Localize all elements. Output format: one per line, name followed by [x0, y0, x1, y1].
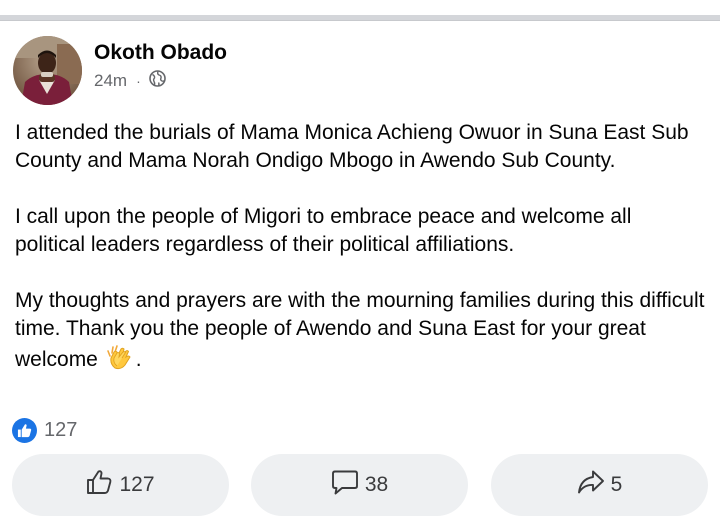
author-name[interactable]: Okoth Obado: [94, 40, 227, 66]
post-text: I attended the burials of Mama Monica Ac…: [15, 119, 705, 379]
comment-button[interactable]: 38: [251, 454, 468, 516]
post-time[interactable]: 24m: [94, 71, 127, 91]
post-subline: 24m ·: [94, 70, 227, 92]
reaction-count[interactable]: 127: [44, 419, 77, 442]
post-header: Okoth Obado 24m ·: [13, 36, 227, 105]
top-divider: [0, 15, 720, 21]
globe-icon: [148, 70, 166, 92]
share-count: 5: [610, 473, 623, 496]
separator-dot: ·: [136, 73, 141, 89]
share-arrow-icon: [577, 469, 605, 501]
post-screen: Okoth Obado 24m · I attended the burials…: [0, 0, 720, 527]
post-paragraph-1: I attended the burials of Mama Monica Ac…: [15, 121, 689, 172]
post-meta: Okoth Obado 24m ·: [94, 40, 227, 92]
like-count: 127: [119, 473, 155, 496]
clapping-hands-icon: [106, 343, 134, 379]
like-button[interactable]: 127: [12, 454, 229, 516]
avatar[interactable]: [13, 36, 82, 105]
reactions-summary[interactable]: 127: [12, 418, 77, 443]
thumbs-up-outline-icon: [86, 469, 113, 501]
comment-icon: [331, 469, 359, 502]
share-button[interactable]: 5: [491, 454, 708, 516]
post-paragraph-3: My thoughts and prayers are with the mou…: [15, 287, 705, 379]
post-paragraph-3-end: .: [135, 348, 142, 371]
comment-count: 38: [364, 473, 389, 496]
thumbs-up-icon: [12, 418, 37, 443]
action-bar: 127 38 5: [12, 454, 708, 516]
post-paragraph-2: I call upon the people of Migori to embr…: [15, 205, 632, 256]
